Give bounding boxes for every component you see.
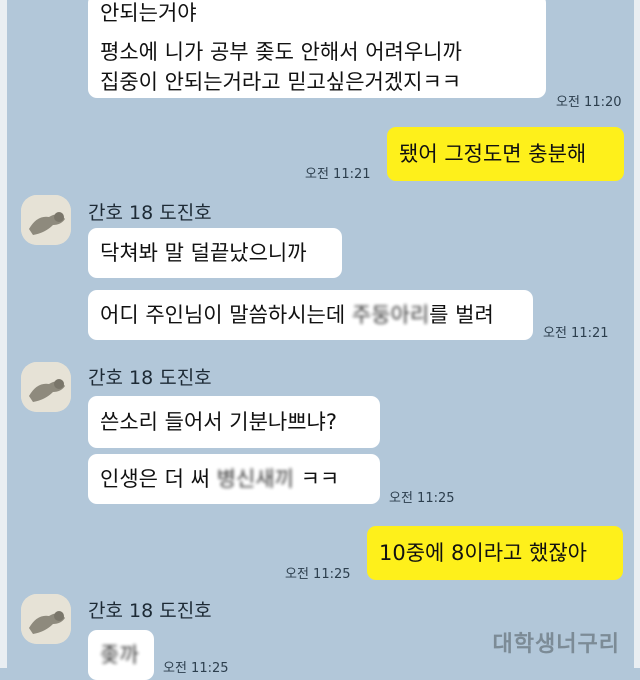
message-line: 집중이 안되는거라고 믿고싶은거겠지ㅋㅋ [100,70,462,94]
message-timestamp: 오전 11:25 [389,491,455,506]
partner-message-bubble[interactable]: 안되는거야 평소에 니가 공부 좆도 안해서 어려우니까 집중이 안되는거라고 … [88,0,546,98]
message-text: 를 벌려 [429,303,494,327]
message-timestamp: 오전 11:25 [163,661,229,676]
message-text: 인생은 더 써 [100,467,217,491]
sender-name: 간호 18 도진호 [88,600,212,622]
message-text: 어디 주인님이 말씀하시는데 [100,303,352,327]
message-text: 10중에 8이라고 했잖아 [379,541,587,565]
message-text: 닥쳐봐 말 덜끝났으니까 [100,241,307,265]
message-line: 평소에 니가 공부 좆도 안해서 어려우니까 [100,40,462,64]
message-timestamp: 오전 11:21 [543,326,609,341]
partner-message-bubble[interactable]: 어디 주인님이 말씀하시는데 주둥아리를 벌려 [88,290,533,340]
message-line: 안되는거야 [100,1,197,25]
my-message-bubble[interactable]: 10중에 8이라고 했잖아 [367,526,623,580]
message-timestamp: 오전 11:21 [305,167,371,182]
partner-message-bubble[interactable]: 닥쳐봐 말 덜끝났으니까 [88,228,342,278]
message-timestamp: 오전 11:20 [556,95,622,110]
watermark: 대학생너구리 [492,632,620,657]
cat-avatar-icon [21,195,71,245]
message-timestamp: 오전 11:25 [285,567,351,582]
partner-message-bubble[interactable]: 인생은 더 써 병신새끼 ㅋㅋ [88,454,380,504]
right-edge [634,0,640,668]
cat-avatar-icon [21,594,71,644]
partner-message-bubble[interactable]: 쓴소리 들어서 기분나쁘냐? [88,396,380,448]
message-text: 됐어 그정도면 충분해 [399,142,587,166]
censored-text: 주둥아리 [351,303,430,327]
sender-name: 간호 18 도진호 [88,202,212,224]
my-message-bubble[interactable]: 됐어 그정도면 충분해 [387,127,624,181]
left-edge [0,0,7,668]
message-text: 쓴소리 들어서 기분나쁘냐? [100,410,338,434]
censored-text: 좆까 [100,643,139,667]
message-text: ㅋㅋ [293,467,340,491]
censored-text: 병신새끼 [216,467,294,491]
sender-name: 간호 18 도진호 [88,367,212,389]
profile-avatar[interactable] [21,362,71,412]
profile-avatar[interactable] [21,594,71,644]
partner-message-bubble[interactable]: 좆까 [88,630,154,680]
cat-avatar-icon [21,362,71,412]
profile-avatar[interactable] [21,195,71,245]
